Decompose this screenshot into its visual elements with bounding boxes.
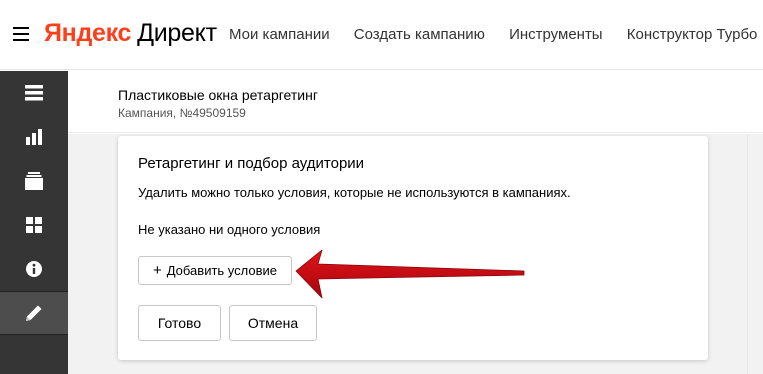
sidebar-item-apps[interactable] <box>0 203 68 247</box>
nav-my-campaigns[interactable]: Мои кампании <box>229 26 330 43</box>
pencil-icon <box>26 305 42 321</box>
nav-create-campaign[interactable]: Создать кампанию <box>354 26 485 43</box>
nav-turbo-constructor[interactable]: Конструктор Турбо <box>627 26 758 43</box>
sidebar-item-edit[interactable] <box>0 291 68 335</box>
grid-icon <box>26 217 42 233</box>
dialog-note: Удалить можно только условия, которые не… <box>138 185 571 200</box>
sidebar <box>0 71 68 374</box>
scrollbar-track[interactable] <box>747 134 763 374</box>
main-nav: Мои кампании Создать кампанию Инструмент… <box>229 26 763 43</box>
sidebar-item-stats[interactable] <box>0 115 68 159</box>
add-condition-label: Добавить условие <box>166 263 278 278</box>
sidebar-item-library[interactable] <box>0 159 68 203</box>
logo-brand-text: Яндекс <box>44 19 132 47</box>
stack-icon <box>25 172 43 190</box>
empty-conditions-text: Не указано ни одного условия <box>138 222 321 237</box>
sidebar-item-campaigns[interactable] <box>0 71 68 115</box>
yandex-direct-logo[interactable]: Яндекс Директ <box>44 19 217 48</box>
menu-icon[interactable] <box>13 27 29 41</box>
bar-chart-icon <box>26 129 42 145</box>
add-condition-button[interactable]: + Добавить условие <box>138 256 292 285</box>
cancel-button[interactable]: Отмена <box>229 305 317 341</box>
sidebar-item-info[interactable] <box>0 247 68 291</box>
done-button[interactable]: Готово <box>138 305 221 341</box>
dialog-title: Ретаргетинг и подбор аудитории <box>138 155 365 172</box>
list-icon <box>25 85 43 101</box>
nav-tools[interactable]: Инструменты <box>509 26 603 43</box>
campaign-header: Пластиковые окна ретаргетинг Кампания, №… <box>68 71 763 133</box>
plus-icon: + <box>152 262 162 279</box>
retargeting-dialog: Ретаргетинг и подбор аудитории Удалить м… <box>118 136 708 360</box>
logo-brand: Яндекс <box>44 19 131 47</box>
campaign-subtitle: Кампания, №49509159 <box>118 106 246 120</box>
logo-product: Директ <box>137 19 217 47</box>
top-header: Яндекс Директ Мои кампании Создать кампан… <box>0 0 763 70</box>
info-icon <box>26 261 42 277</box>
campaign-title[interactable]: Пластиковые окна ретаргетинг <box>118 87 318 103</box>
